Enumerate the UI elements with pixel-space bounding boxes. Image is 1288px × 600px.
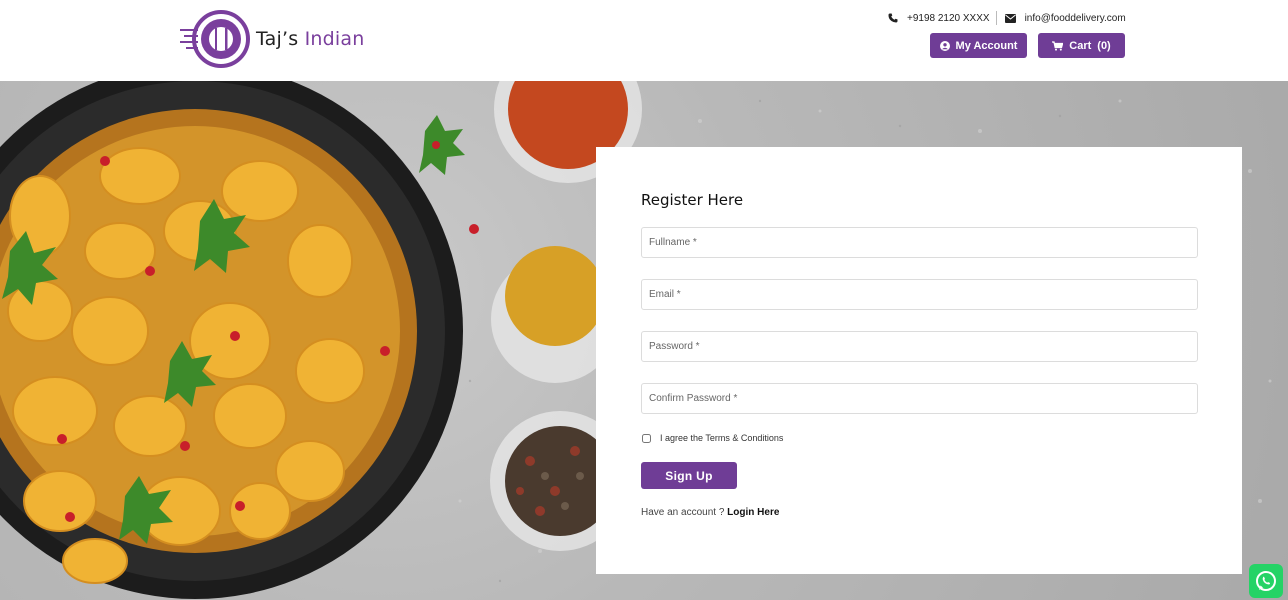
phone-contact[interactable]: +9198 2120 XXXX — [888, 13, 990, 24]
email-field[interactable] — [641, 279, 1198, 310]
terms-agreement[interactable]: I agree the Terms & Conditions — [642, 433, 783, 443]
email-address: info@fooddelivery.com — [1024, 12, 1126, 24]
login-link[interactable]: Login Here — [727, 507, 779, 518]
envelope-icon — [1004, 13, 1016, 23]
my-account-label: My Account — [955, 39, 1018, 52]
fullname-field[interactable] — [641, 227, 1198, 258]
whatsapp-icon — [1256, 571, 1276, 591]
confirm-password-field[interactable] — [641, 383, 1198, 414]
brand-name-part2: Indian — [304, 28, 365, 50]
brand-name-part1: Taj’s — [256, 28, 299, 50]
sign-up-button[interactable]: Sign Up — [641, 462, 737, 489]
terms-checkbox[interactable] — [642, 433, 651, 443]
site-header: Taj’s Indian +9198 2120 XXXX info@foodde… — [0, 0, 1288, 81]
login-prompt: Have an account ? Login Here — [641, 507, 779, 518]
phone-icon — [888, 13, 898, 23]
terms-label: I agree the Terms & Conditions — [660, 433, 784, 443]
user-circle-icon — [939, 40, 950, 51]
email-contact[interactable]: info@fooddelivery.com — [1004, 12, 1126, 24]
brand-logo[interactable]: Taj’s Indian — [178, 8, 378, 70]
whatsapp-button[interactable] — [1249, 564, 1283, 598]
register-card: Register Here I agree the Terms & Condit… — [596, 147, 1242, 574]
cart-label: Cart — [1069, 39, 1092, 52]
contact-divider — [995, 11, 997, 25]
cart-icon — [1052, 40, 1064, 51]
password-field[interactable] — [641, 331, 1198, 362]
logo-emblem — [178, 8, 254, 70]
form-title: Register Here — [641, 191, 744, 209]
phone-number: +9198 2120 XXXX — [907, 12, 990, 24]
contact-bar: +9198 2120 XXXX info@fooddelivery.com — [888, 11, 1126, 25]
cart-count: (0) — [1097, 39, 1111, 52]
my-account-button[interactable]: My Account — [930, 33, 1027, 58]
have-account-text: Have an account ? — [641, 507, 725, 518]
brand-name: Taj’s Indian — [256, 28, 364, 50]
cart-button[interactable]: Cart (0) — [1038, 33, 1125, 58]
